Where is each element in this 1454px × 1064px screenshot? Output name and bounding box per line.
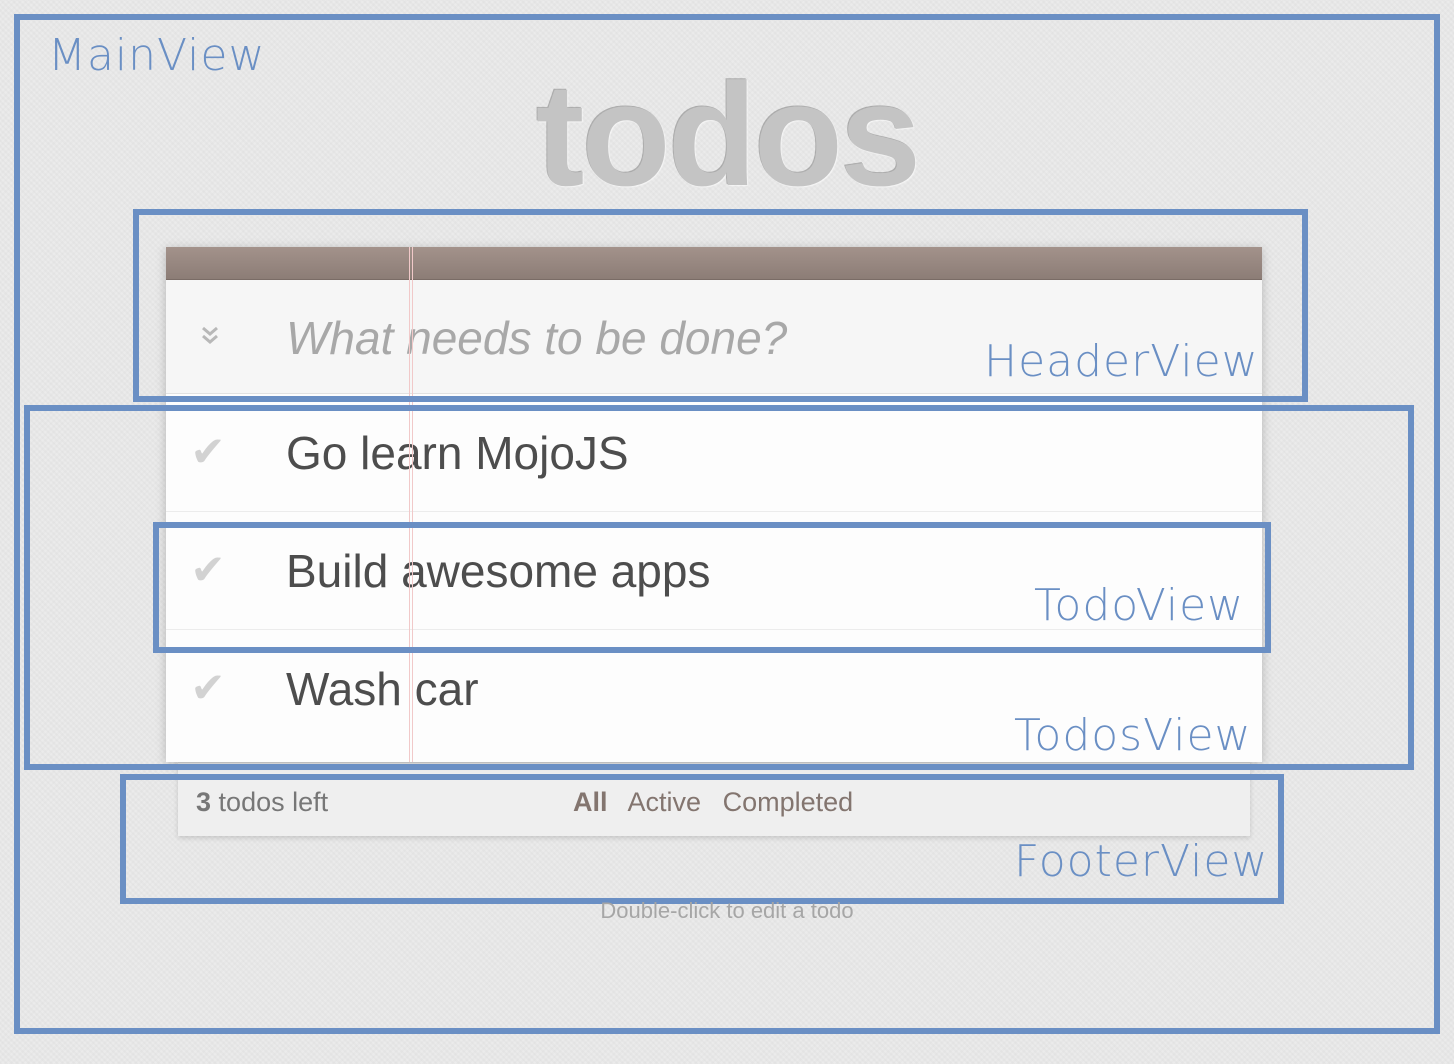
todo-view-label: TodoView xyxy=(1034,580,1245,631)
checkmark-icon[interactable]: ✔ xyxy=(186,664,230,712)
filter-completed[interactable]: Completed xyxy=(723,787,854,817)
todo-label[interactable]: Build awesome apps xyxy=(286,546,710,596)
todo-count-number: 3 xyxy=(196,787,212,817)
footer-view-label: FooterView xyxy=(1014,836,1269,887)
checkmark-icon[interactable]: ✔ xyxy=(186,546,230,594)
todo-item[interactable]: ✔ Go learn MojoJS xyxy=(166,394,1262,512)
card-top-bar xyxy=(166,247,1262,280)
todos-view-label: TodosView xyxy=(1014,710,1252,761)
footer: 3 todos left All Active Completed xyxy=(178,762,1250,836)
todo-count-suffix: todos left xyxy=(218,787,329,817)
main-view-label: MainView xyxy=(48,30,266,81)
filter-active[interactable]: Active xyxy=(628,787,702,817)
new-todo-input[interactable] xyxy=(286,310,986,366)
filters: All Active Completed xyxy=(573,787,867,818)
filter-all[interactable]: All xyxy=(573,787,608,817)
header-view-label: HeaderView xyxy=(984,336,1259,387)
checkmark-icon[interactable]: ✔ xyxy=(186,428,230,476)
double-chevron-down-icon[interactable] xyxy=(194,318,226,350)
todo-label[interactable]: Go learn MojoJS xyxy=(286,428,629,478)
app-title: todos xyxy=(535,53,921,216)
info-text: Double-click to edit a todo xyxy=(600,898,854,923)
todo-label[interactable]: Wash car xyxy=(286,664,479,714)
todo-count: 3 todos left xyxy=(196,787,328,818)
todo-app-card: ✔ Go learn MojoJS ✔ Build awesome apps ✔… xyxy=(166,247,1262,762)
